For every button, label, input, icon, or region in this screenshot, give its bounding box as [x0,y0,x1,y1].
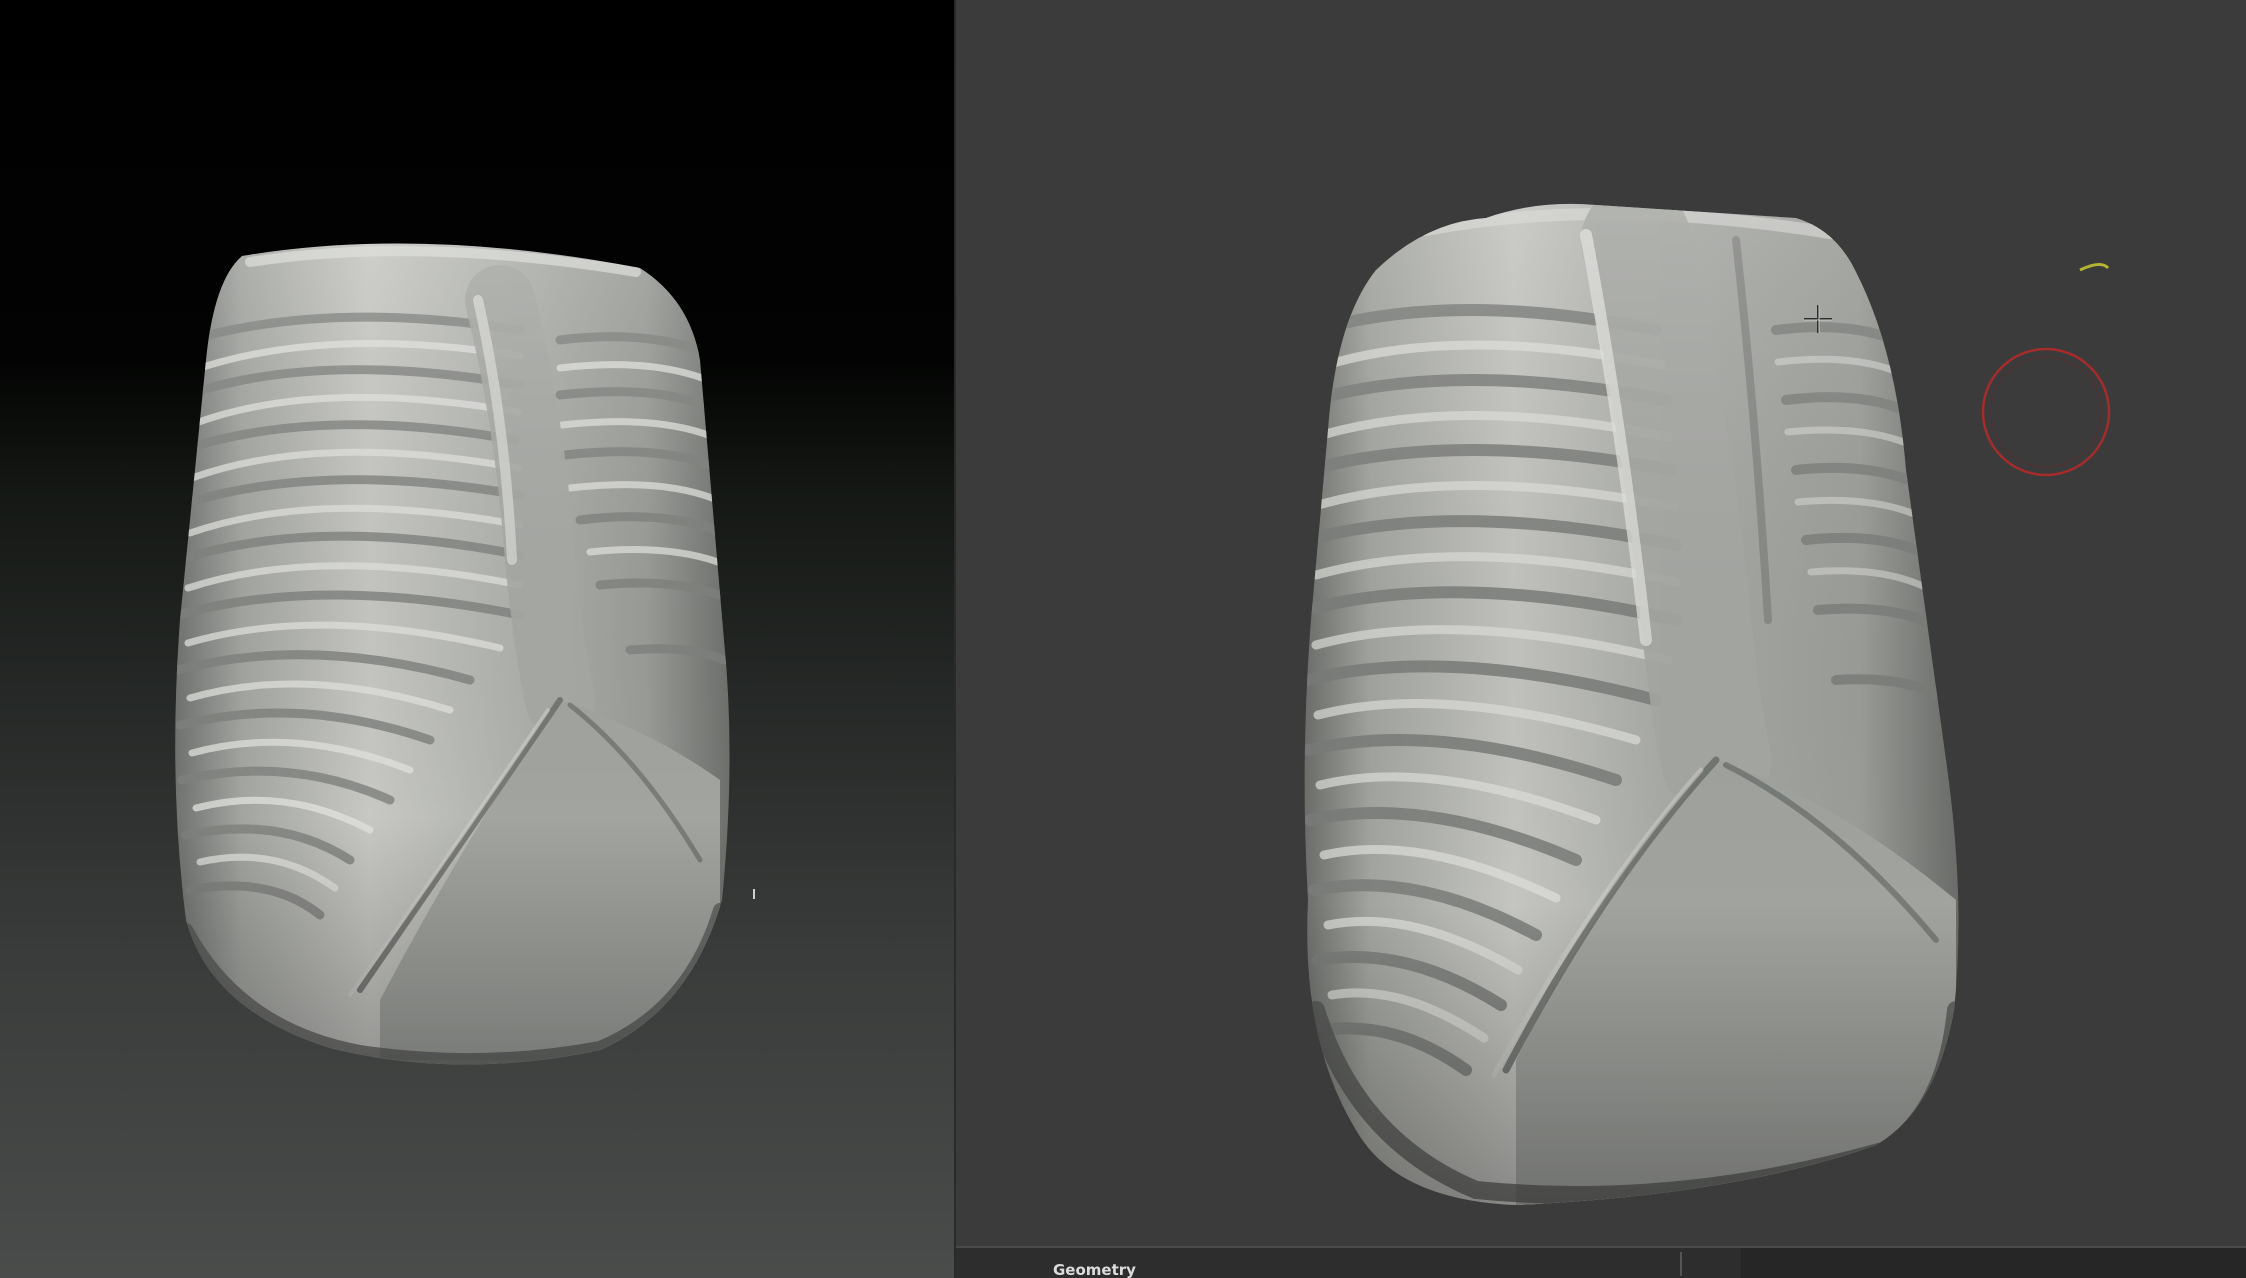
left-model-canvas [175,243,755,1065]
right-model-canvas [1304,203,2111,1206]
geometry-panel-header[interactable] [1741,1248,2246,1278]
geometry-panel-label[interactable]: Geometry [1053,1262,1136,1278]
brush-cursor-inner-ring-icon [1990,356,2102,468]
brush-cursor-ring-icon [1981,347,2111,477]
sculpt-app-window: Geometry [0,0,2246,1278]
left-model-mesh [175,243,730,1065]
right-viewport[interactable] [956,0,2246,1246]
right-model-mesh [1304,203,1959,1206]
left-viewport[interactable] [0,0,956,1278]
gizmo-arc-icon[interactable] [2079,263,2110,272]
bottom-panel-strip [956,1246,2246,1278]
strip-separator [1680,1252,1682,1276]
left-marker-tick [753,889,755,899]
